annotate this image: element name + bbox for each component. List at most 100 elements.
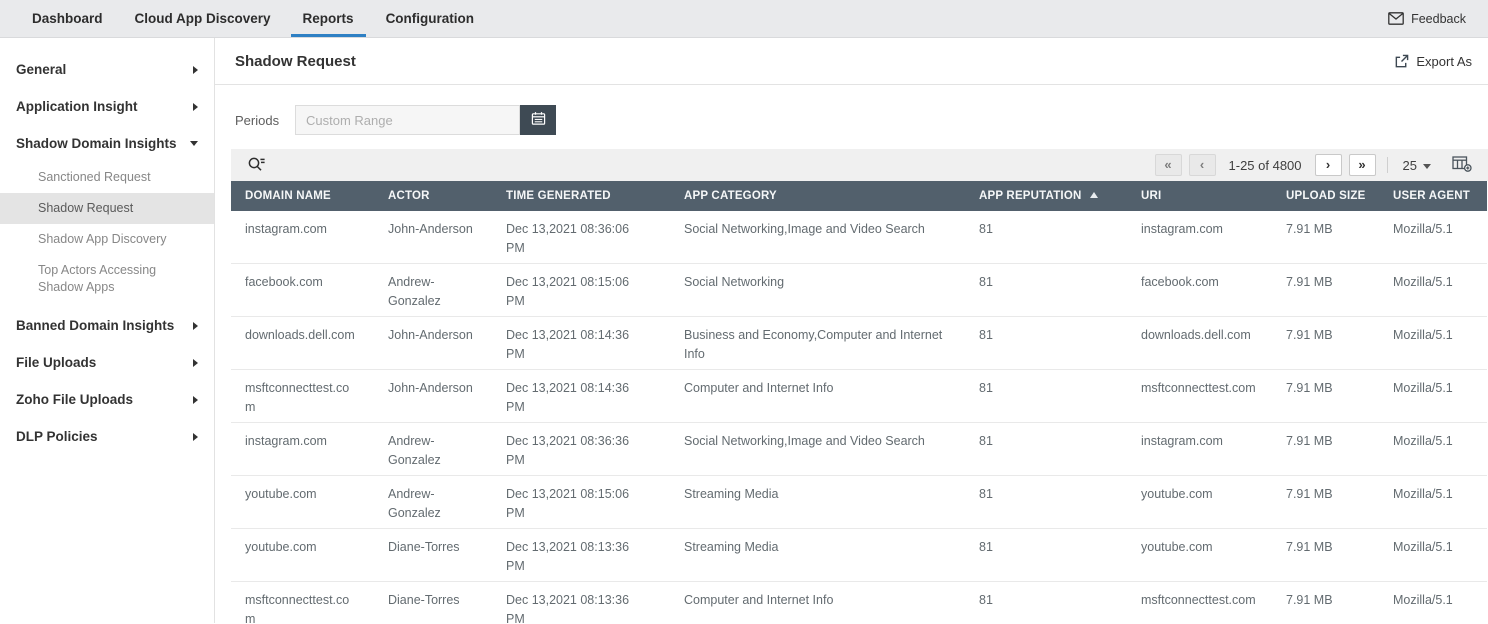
cell-reputation: 81	[965, 370, 1127, 423]
feedback-label: Feedback	[1411, 12, 1466, 26]
last-page-button[interactable]: »	[1349, 154, 1376, 176]
cell-time: Dec 13,2021 08:13:36 PM	[492, 582, 670, 624]
cell-domain: msftconnecttest.com	[231, 370, 374, 423]
export-label: Export As	[1416, 54, 1472, 69]
page-size-value: 25	[1403, 158, 1417, 173]
cell-time: Dec 13,2021 08:15:06 PM	[492, 264, 670, 317]
envelope-icon	[1388, 12, 1404, 25]
cell-reputation: 81	[965, 423, 1127, 476]
cell-actor: John-Anderson	[374, 317, 492, 370]
sidebar: GeneralApplication Insight Shadow Domain …	[0, 38, 215, 623]
cell-agent: Mozilla/5.1	[1379, 529, 1487, 582]
nav-tab-dashboard[interactable]: Dashboard	[20, 0, 115, 37]
sidebar-item-label: Banned Domain Insights	[16, 318, 174, 333]
column-header-app-category[interactable]: APP CATEGORY	[670, 181, 965, 211]
sidebar-item-file-uploads[interactable]: File Uploads	[0, 344, 214, 381]
column-header-label: UPLOAD SIZE	[1286, 190, 1366, 202]
cell-upload: 7.91 MB	[1272, 264, 1379, 317]
column-header-label: TIME GENERATED	[506, 190, 611, 202]
column-header-label: USER AGENT	[1393, 190, 1470, 202]
sidebar-item-shadow-request[interactable]: Shadow Request	[0, 193, 214, 224]
periods-row: Periods	[235, 104, 1488, 136]
sidebar-item-shadow-domain-insights[interactable]: Shadow Domain Insights	[0, 125, 214, 162]
column-chooser-icon	[1452, 155, 1472, 175]
cell-category: Business and Economy,Computer and Intern…	[670, 317, 965, 370]
period-range-input[interactable]	[295, 105, 520, 135]
cell-time: Dec 13,2021 08:36:36 PM	[492, 423, 670, 476]
nav-tab-cloud-app-discovery[interactable]: Cloud App Discovery	[123, 0, 283, 37]
nav-tab-configuration[interactable]: Configuration	[374, 0, 486, 37]
table-row: facebook.comAndrew-GonzalezDec 13,2021 0…	[231, 264, 1487, 317]
export-icon	[1394, 54, 1409, 69]
cell-domain: msftconnecttest.com	[231, 582, 374, 624]
cell-reputation: 81	[965, 264, 1127, 317]
cell-category: Streaming Media	[670, 529, 965, 582]
column-header-user-agent[interactable]: USER AGENT	[1379, 181, 1487, 211]
page-title: Shadow Request	[235, 53, 356, 70]
calendar-icon	[531, 111, 546, 129]
next-page-button[interactable]: ›	[1315, 154, 1342, 176]
prev-page-button[interactable]: ‹	[1189, 154, 1216, 176]
cell-reputation: 81	[965, 529, 1127, 582]
table-toolbar: « ‹ 1-25 of 4800 › » 25	[231, 149, 1488, 181]
table-row: msftconnecttest.comJohn-AndersonDec 13,2…	[231, 370, 1487, 423]
cell-domain: instagram.com	[231, 423, 374, 476]
cell-actor: Andrew-Gonzalez	[374, 423, 492, 476]
nav-tab-reports[interactable]: Reports	[291, 0, 366, 37]
first-page-button[interactable]: «	[1155, 154, 1182, 176]
cell-category: Streaming Media	[670, 476, 965, 529]
cell-reputation: 81	[965, 582, 1127, 624]
sidebar-item-label: Shadow Domain Insights	[16, 136, 177, 151]
column-header-upload-size[interactable]: UPLOAD SIZE	[1272, 181, 1379, 211]
sidebar-item-application-insight[interactable]: Application Insight	[0, 88, 214, 125]
cell-domain: downloads.dell.com	[231, 317, 374, 370]
sidebar-item-zoho-file-uploads[interactable]: Zoho File Uploads	[0, 381, 214, 418]
cell-reputation: 81	[965, 317, 1127, 370]
nav-tabs: DashboardCloud App DiscoveryReportsConfi…	[16, 0, 490, 37]
cell-upload: 7.91 MB	[1272, 317, 1379, 370]
sidebar-item-label: Zoho File Uploads	[16, 392, 133, 407]
cell-category: Social Networking,Image and Video Search	[670, 423, 965, 476]
chevron-right-icon	[193, 396, 198, 404]
page-size-dropdown[interactable]: 25	[1399, 158, 1435, 173]
cell-actor: Diane-Torres	[374, 529, 492, 582]
column-header-actor[interactable]: ACTOR	[374, 181, 492, 211]
chevron-right-icon	[193, 433, 198, 441]
table-row: instagram.comAndrew-GonzalezDec 13,2021 …	[231, 423, 1487, 476]
sidebar-item-general[interactable]: General	[0, 51, 214, 88]
sidebar-item-sanctioned-request[interactable]: Sanctioned Request	[0, 162, 214, 193]
search-button[interactable]	[245, 154, 268, 177]
table-header: DOMAIN NAME ACTOR TIME GENERATED APP CATEGO…	[231, 181, 1487, 211]
cell-actor: John-Anderson	[374, 370, 492, 423]
cell-actor: Andrew-Gonzalez	[374, 476, 492, 529]
cell-agent: Mozilla/5.1	[1379, 370, 1487, 423]
export-as-button[interactable]: Export As	[1394, 54, 1472, 69]
table-row: instagram.comJohn-AndersonDec 13,2021 08…	[231, 211, 1487, 264]
cell-category: Social Networking	[670, 264, 965, 317]
main-content: Shadow Request Export As Periods	[215, 38, 1488, 623]
column-header-label: ACTOR	[388, 190, 430, 202]
column-header-domain-name[interactable]: DOMAIN NAME	[231, 181, 374, 211]
column-header-label: URI	[1141, 190, 1161, 202]
cell-category: Social Networking,Image and Video Search	[670, 211, 965, 264]
cell-uri: youtube.com	[1127, 476, 1272, 529]
cell-time: Dec 13,2021 08:14:36 PM	[492, 317, 670, 370]
cell-upload: 7.91 MB	[1272, 476, 1379, 529]
calendar-button[interactable]	[520, 105, 556, 135]
cell-time: Dec 13,2021 08:13:36 PM	[492, 529, 670, 582]
column-header-time-generated[interactable]: TIME GENERATED	[492, 181, 670, 211]
cell-agent: Mozilla/5.1	[1379, 211, 1487, 264]
sidebar-item-shadow-app-discovery[interactable]: Shadow App Discovery	[0, 224, 214, 255]
sidebar-item-dlp-policies[interactable]: DLP Policies	[0, 418, 214, 455]
sidebar-item-banned-domain-insights[interactable]: Banned Domain Insights	[0, 307, 214, 344]
cell-agent: Mozilla/5.1	[1379, 264, 1487, 317]
column-header-uri[interactable]: URI	[1127, 181, 1272, 211]
table-row: youtube.comAndrew-GonzalezDec 13,2021 08…	[231, 476, 1487, 529]
feedback-button[interactable]: Feedback	[1382, 0, 1472, 37]
column-header-app-reputation[interactable]: APP REPUTATION	[965, 181, 1127, 211]
sidebar-item-label: DLP Policies	[16, 429, 98, 444]
cell-agent: Mozilla/5.1	[1379, 476, 1487, 529]
toolbar-divider	[1387, 157, 1388, 173]
column-chooser-button[interactable]	[1450, 153, 1474, 177]
sidebar-item-top-actors-accessing-shadow-apps[interactable]: Top Actors Accessing Shadow Apps	[0, 255, 214, 303]
